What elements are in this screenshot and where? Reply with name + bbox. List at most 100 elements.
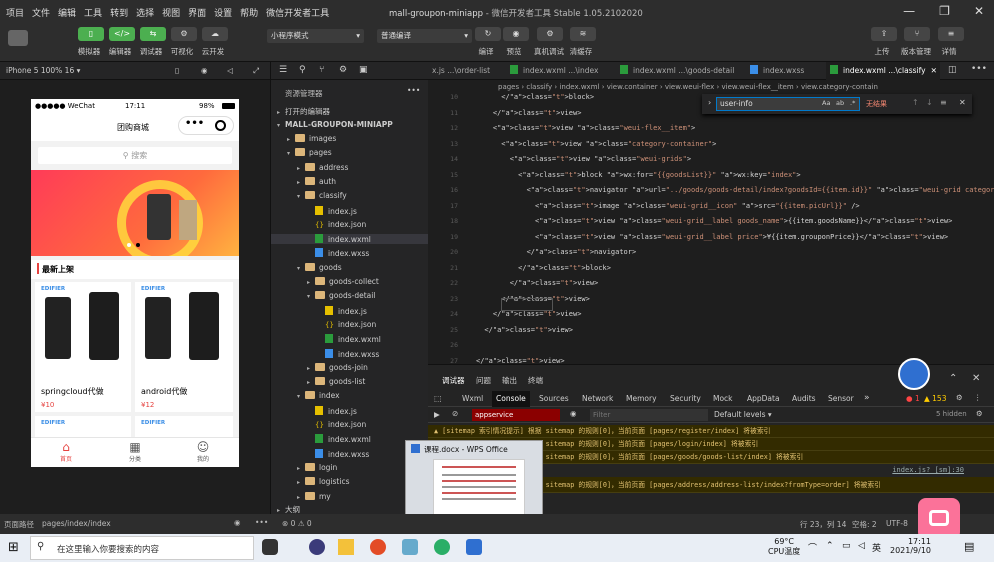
cloud-button[interactable]: ☁ 云开发 [201,27,229,57]
product-card[interactable]: EDIFIER android代做 ¥12 [135,282,233,412]
volume-icon[interactable]: ◁ [858,541,865,551]
context-select[interactable]: appservice [472,409,560,421]
tab-memory[interactable]: Memory [626,394,657,403]
tree-file[interactable]: index.js [307,405,357,416]
menu-goto[interactable]: 转到 [110,6,128,19]
tree-file[interactable]: {} index.json [317,320,376,329]
error-count[interactable]: ● 1 [906,394,920,403]
tree-file[interactable]: {} index.json [307,220,366,229]
banner-dot[interactable] [127,243,131,247]
tree-folder[interactable]: ▸ my [297,491,331,501]
tab-sensor[interactable]: Sensor [828,394,854,403]
breadcrumb-item[interactable]: view.weui-flex__item [721,83,793,91]
tree-file[interactable]: index.wxss [317,348,379,359]
arrow-down-icon[interactable]: ↓ [926,98,933,107]
taskbar-search[interactable]: ⚲ 在这里输入你要搜索的内容 [30,536,254,560]
close-tab-icon[interactable]: ✕ [931,66,937,75]
details-button[interactable]: ≡ 详情 [937,27,965,57]
tree-file[interactable]: index.wxss [307,448,369,459]
encoding[interactable]: UTF-8 [886,519,908,528]
product-card[interactable]: EDIFIER [35,416,131,439]
menu-help[interactable]: 帮助 [240,6,258,19]
tab-audits[interactable]: Audits [792,394,816,403]
menu-project[interactable]: 项目 [6,6,24,19]
close-icon[interactable]: ✕ [959,98,966,107]
tab-console[interactable]: Console [492,391,530,407]
more-icon[interactable]: ⋮ [974,393,982,402]
tab-sources[interactable]: Sources [539,394,569,403]
more-icon[interactable]: ••• [255,518,268,527]
debug-icon[interactable]: ⚙ [339,65,347,75]
notifications-icon[interactable]: ▤ [964,540,974,553]
git-icon[interactable]: ⑂ [319,65,324,75]
code-line[interactable]: <"a">class="t">navigator "a">url="../goo… [476,186,994,194]
wechat-devtools-icon[interactable] [434,539,450,555]
compile-button[interactable]: ↻ 编译 [474,27,502,57]
clear-console-icon[interactable]: ⊘ [452,409,458,418]
editor-tab[interactable]: index.wxss [746,62,826,80]
product-card[interactable]: EDIFIER springcloud代做 ¥10 [35,282,131,412]
clock[interactable]: 17:11 2021/9/10 [890,537,931,555]
more-icon[interactable]: ••• [185,118,204,129]
visual-button[interactable]: ⚙ 可视化 [170,27,198,57]
breadcrumb-item[interactable]: view.category-contain [801,83,878,91]
cursor-position[interactable]: 行 23，列 14 [800,519,846,530]
breadcrumb-item[interactable]: pages [498,83,519,91]
code-line[interactable]: <"a">class="t">view "a">class="weui-grid… [476,233,948,241]
compile-select[interactable]: 普通编译 [377,29,472,43]
people-icon[interactable]: ⌒ [808,541,817,554]
gear-icon[interactable]: ⚙ [956,393,963,402]
more-icon[interactable]: ••• [407,86,420,95]
split-editor-icon[interactable]: ◫ [948,65,957,75]
device-debug-button[interactable]: ⚙ 真机调试 [534,27,564,57]
tree-folder[interactable]: ▾ pages [287,148,332,157]
code-line[interactable]: <"a">class="t">view "a">class="weui-grid… [476,155,691,163]
mobile-icon[interactable]: ▯ [175,62,179,80]
menu-interface[interactable]: 界面 [188,6,206,19]
chrome-icon[interactable] [370,539,386,555]
code-line[interactable]: </"a">class="t">view> [476,310,582,318]
inspect-icon[interactable]: ⬚ [434,394,442,403]
app-icon[interactable] [309,539,325,555]
maximize-icon[interactable]: ❐ [939,4,950,18]
record-icon[interactable]: ◉ [201,62,208,80]
open-editors[interactable]: ▸ 打开的编辑器 [277,106,330,117]
tree-folder[interactable]: ▸ auth [297,176,336,186]
code-line[interactable]: <"a">class="t">view "a">class="weui-flex… [476,124,695,132]
floating-assistant-icon[interactable] [898,358,930,390]
menu-edit[interactable]: 编辑 [58,6,76,19]
close-mini-icon[interactable] [215,120,226,131]
tree-folder[interactable]: ▸ images [287,134,336,143]
tree-file[interactable]: index.js [307,205,357,216]
tree-folder[interactable]: ▾ index [297,391,340,400]
find-in-selection-icon[interactable]: ≡ [940,98,947,107]
ime-indicator[interactable]: 英 [872,541,881,554]
tree-file[interactable]: index.wxml [271,234,429,245]
tree-folder[interactable]: ▾ goods [297,262,342,272]
eye-icon[interactable]: ◉ [234,518,241,527]
editor-tab-active[interactable]: index.wxml ...\classify ✕ [826,62,940,80]
whole-word-icon[interactable]: ab [836,99,844,107]
tree-folder[interactable]: ▸ goods-collect [307,277,379,286]
warning-count[interactable]: ▲ 153 [924,394,946,403]
tree-folder[interactable]: ▸ goods-list [307,377,365,386]
editor-tab[interactable]: index.wxml ...\goods-detail [616,62,746,80]
source-link[interactable]: index.js? [sm]:30 [892,466,964,474]
code-line[interactable]: </"a">class="t">navigator> [476,248,637,256]
more-icon[interactable]: ••• [971,64,987,74]
breadcrumb-item[interactable]: view.container [607,83,658,91]
code-line[interactable]: </"a">class="t">view> [476,279,599,287]
upload-button[interactable]: ⇪ 上传 [870,27,898,57]
menu-view[interactable]: 视图 [162,6,180,19]
tab-output[interactable]: 输出 [502,375,517,386]
code-line[interactable]: </"a">class="t">block> [476,93,594,101]
search-icon[interactable]: ⚲ [299,65,306,75]
code-line[interactable]: <"a">class="t">view "a">class="category-… [476,140,716,148]
close-icon[interactable]: ✕ [974,4,984,18]
breadcrumb-item[interactable]: index.wxml [559,83,599,91]
close-icon[interactable]: ✕ [972,373,980,384]
editor-tab[interactable]: x.js ...\order-list [428,62,506,80]
avatar[interactable] [8,30,28,46]
tree-file[interactable]: index.wxml [307,434,371,444]
tab-my[interactable]: ☺ 我的 [190,440,216,463]
